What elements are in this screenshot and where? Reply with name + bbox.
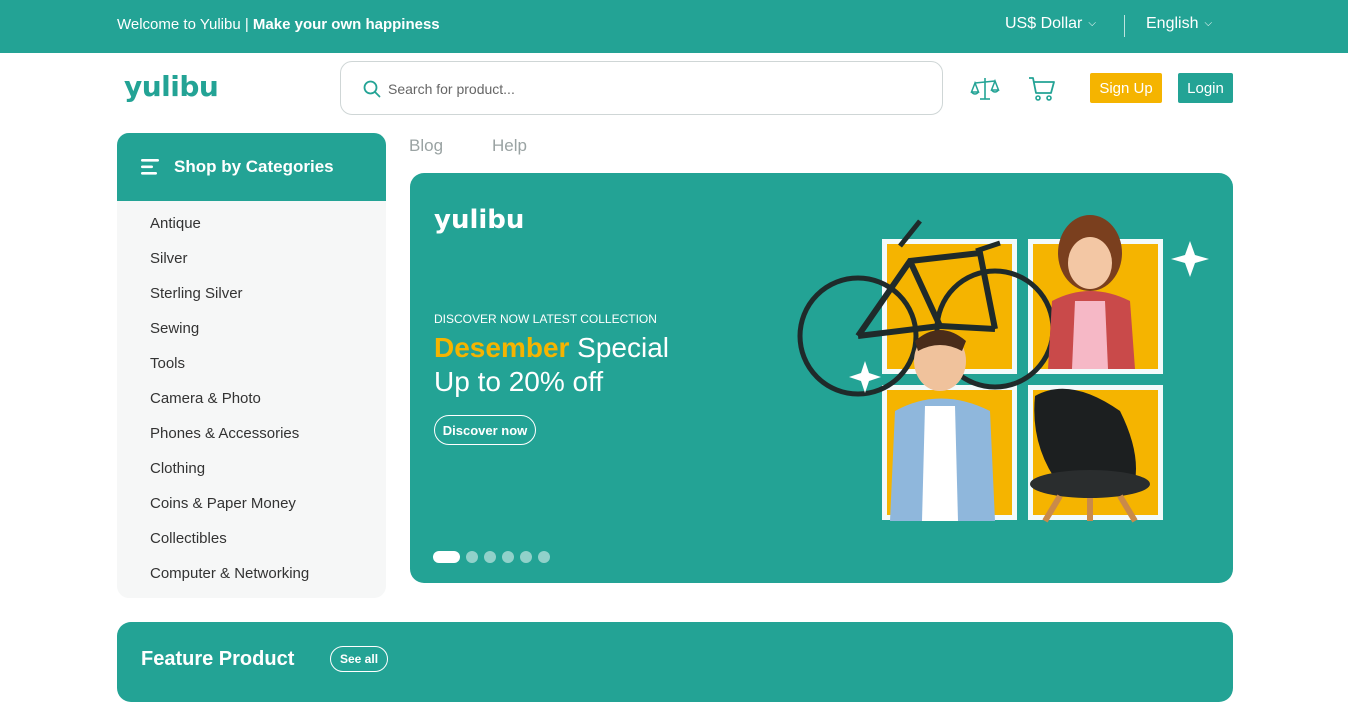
category-item[interactable]: Sewing: [117, 318, 386, 353]
carousel-dot-3[interactable]: [484, 551, 496, 563]
headline-line2: Up to 20% off: [434, 366, 604, 397]
categories-header[interactable]: Shop by Categories: [117, 133, 386, 201]
welcome-prefix: Welcome to Yulibu |: [117, 16, 253, 33]
banner-illustration: [797, 215, 1209, 523]
carousel-dot-1[interactable]: [433, 551, 460, 563]
chevron-down-icon: ⌵: [1088, 18, 1096, 29]
discover-now-button[interactable]: Discover now: [434, 415, 536, 445]
cart-button[interactable]: [1027, 74, 1057, 104]
login-button[interactable]: Login: [1178, 73, 1233, 103]
carousel-dot-4[interactable]: [502, 551, 514, 563]
top-bar: Welcome to Yulibu | Make your own happin…: [0, 0, 1348, 53]
language-label: English: [1146, 15, 1199, 32]
categories-panel: Shop by Categories Antique Silver Sterli…: [117, 133, 386, 598]
categories-title: Shop by Categories: [174, 157, 334, 176]
menu-icon: [141, 159, 159, 175]
compare-button[interactable]: [970, 74, 1000, 104]
site-logo[interactable]: yulibu: [124, 70, 219, 103]
carousel-dots: [433, 551, 550, 563]
scale-icon: [970, 78, 1000, 100]
category-item[interactable]: Clothing: [117, 458, 386, 493]
category-item[interactable]: Tools: [117, 353, 386, 388]
banner-headline: Desember Special Up to 20% off: [434, 331, 669, 399]
cart-icon: [1029, 77, 1055, 101]
sign-up-button[interactable]: Sign Up: [1090, 73, 1162, 103]
search-bar[interactable]: [340, 61, 943, 115]
carousel-dot-5[interactable]: [520, 551, 532, 563]
category-list: Antique Silver Sterling Silver Sewing To…: [117, 201, 386, 598]
topbar-divider: [1124, 15, 1125, 37]
nav-link-help[interactable]: Help: [492, 136, 527, 156]
category-item[interactable]: Phones & Accessories: [117, 423, 386, 458]
language-selector[interactable]: English ⌵: [1146, 15, 1212, 33]
carousel-dot-2[interactable]: [466, 551, 478, 563]
category-item[interactable]: Coins & Paper Money: [117, 493, 386, 528]
category-item[interactable]: Computer & Networking: [117, 563, 386, 598]
currency-label: US$ Dollar: [1005, 15, 1083, 32]
category-item[interactable]: Sterling Silver: [117, 283, 386, 318]
welcome-message: Welcome to Yulibu | Make your own happin…: [117, 16, 440, 33]
category-item[interactable]: Collectibles: [117, 528, 386, 563]
search-icon: [363, 80, 381, 98]
headline-highlight: Desember: [434, 332, 570, 363]
banner-kicker: DISCOVER NOW LATEST COLLECTION: [434, 312, 657, 326]
hero-banner: yulibu DISCOVER NOW LATEST COLLECTION De…: [410, 173, 1233, 583]
welcome-tagline: Make your own happiness: [252, 16, 440, 33]
chevron-down-icon: ⌵: [1204, 18, 1213, 29]
feature-title: Feature Product: [141, 648, 295, 670]
feature-product-section: Feature Product See all: [117, 622, 1233, 702]
see-all-button[interactable]: See all: [330, 646, 389, 672]
search-input[interactable]: [388, 76, 908, 102]
currency-selector[interactable]: US$ Dollar ⌵: [1005, 15, 1096, 33]
banner-logo: yulibu: [434, 205, 525, 235]
category-item[interactable]: Silver: [117, 248, 386, 283]
nav-link-blog[interactable]: Blog: [409, 136, 443, 156]
category-item[interactable]: Antique: [117, 213, 386, 248]
headline-rest: Special: [569, 332, 670, 363]
category-item[interactable]: Camera & Photo: [117, 388, 386, 423]
carousel-dot-6[interactable]: [538, 551, 550, 563]
